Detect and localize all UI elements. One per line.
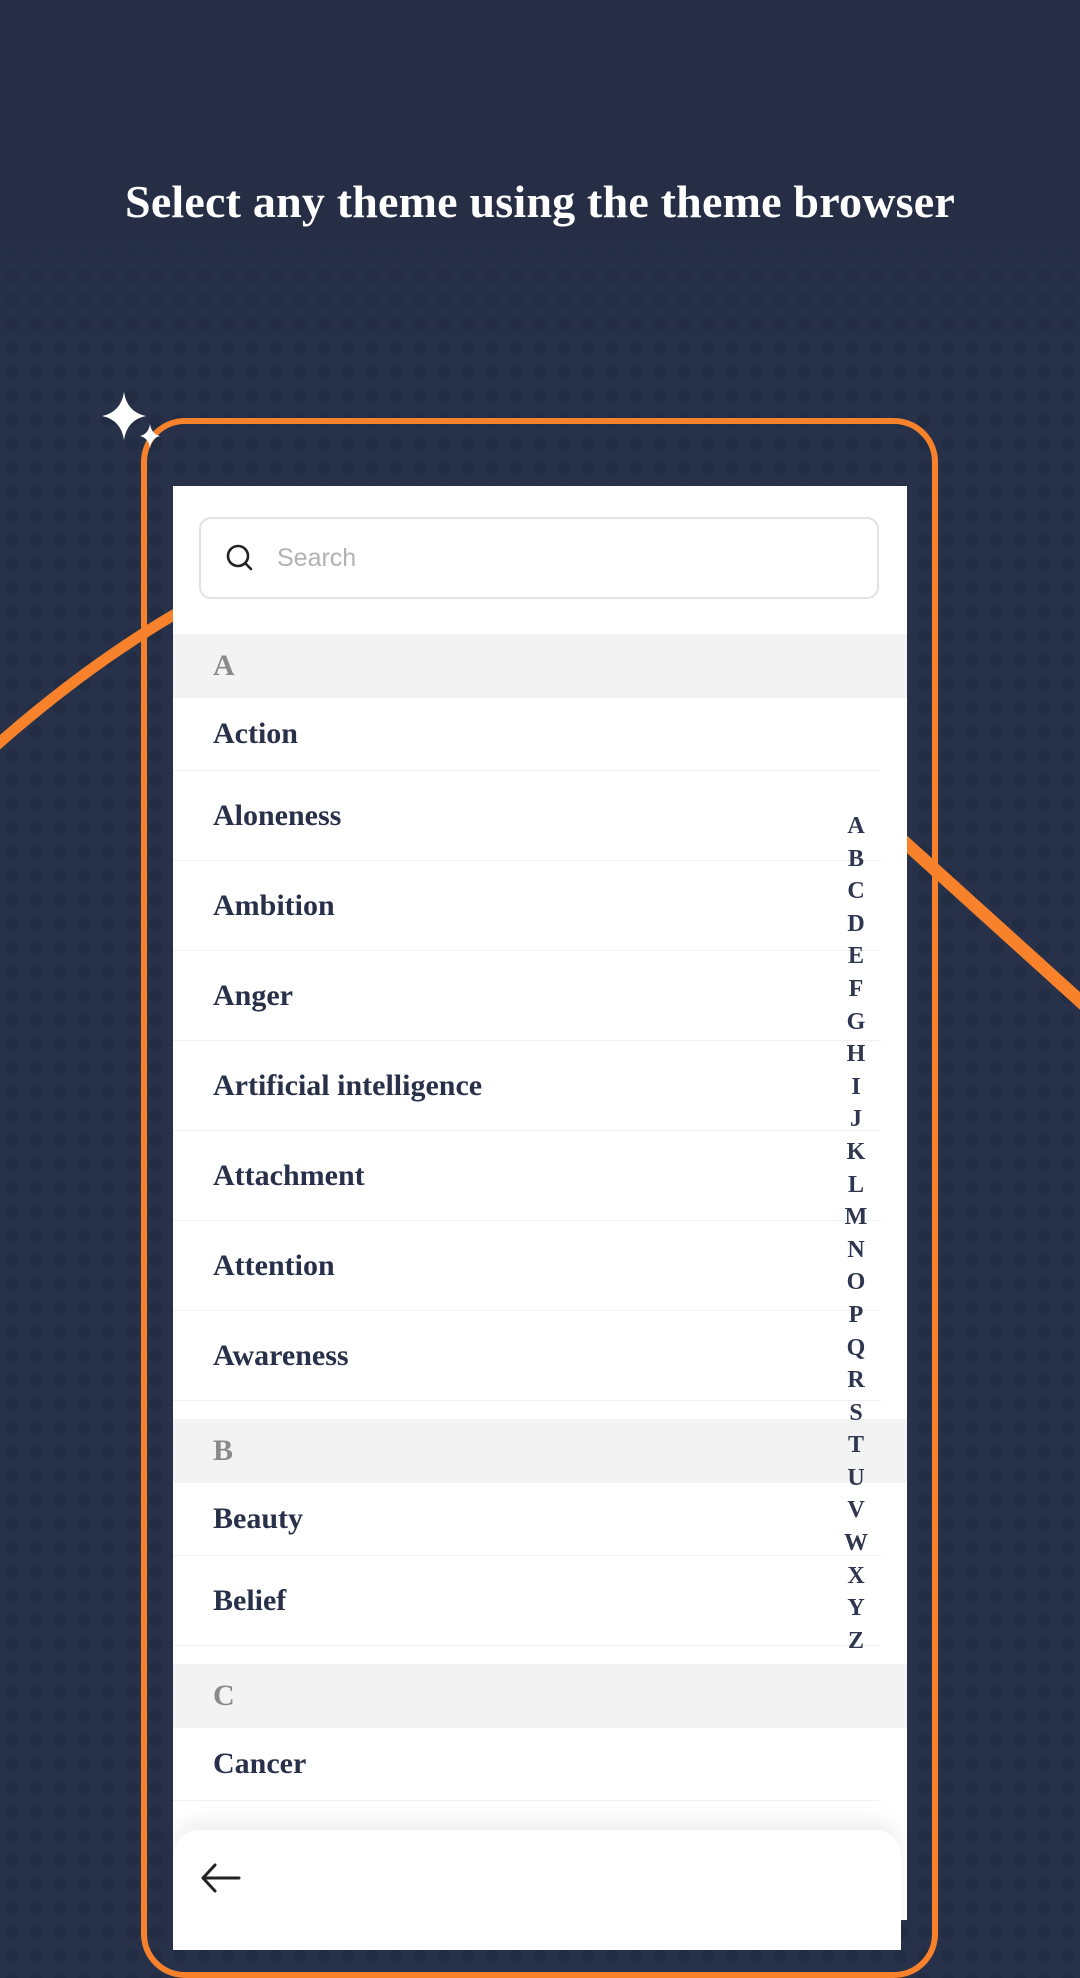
index-letter[interactable]: D: [847, 908, 864, 941]
section-header-c: C: [173, 1664, 907, 1728]
index-letter[interactable]: I: [851, 1071, 860, 1104]
search-box[interactable]: [199, 517, 879, 599]
sparkle-icon: [102, 392, 160, 448]
list-item[interactable]: Cancer: [173, 1728, 881, 1801]
bottom-bar: [173, 1830, 901, 1950]
index-letter[interactable]: M: [845, 1201, 868, 1234]
index-letter[interactable]: L: [848, 1169, 864, 1202]
index-letter[interactable]: S: [849, 1397, 862, 1430]
search-input[interactable]: [275, 542, 839, 574]
index-letter[interactable]: N: [847, 1234, 864, 1267]
index-letter[interactable]: B: [848, 843, 864, 876]
index-letter[interactable]: K: [847, 1136, 866, 1169]
arrow-left-icon[interactable]: [199, 1860, 243, 1896]
search-icon: [226, 544, 253, 571]
index-letter[interactable]: W: [844, 1527, 868, 1560]
index-letter[interactable]: H: [847, 1038, 866, 1071]
list-item[interactable]: Attachment: [173, 1131, 881, 1221]
index-letter[interactable]: Z: [848, 1625, 864, 1658]
list-item[interactable]: Anger: [173, 951, 881, 1041]
list-item[interactable]: Artificial intelligence: [173, 1041, 881, 1131]
index-letter[interactable]: J: [850, 1103, 862, 1136]
index-letter[interactable]: X: [847, 1560, 864, 1593]
list-item[interactable]: Attention: [173, 1221, 881, 1311]
index-letter[interactable]: U: [847, 1462, 864, 1495]
index-letter[interactable]: T: [848, 1429, 864, 1462]
list-item[interactable]: Action: [173, 698, 881, 771]
index-letter[interactable]: O: [847, 1266, 866, 1299]
list-item[interactable]: Awareness: [173, 1311, 881, 1401]
index-letter[interactable]: Y: [847, 1592, 864, 1625]
index-letter[interactable]: C: [847, 875, 864, 908]
section-header-b: B: [173, 1419, 907, 1483]
index-letter[interactable]: R: [847, 1364, 864, 1397]
list-item[interactable]: Belief: [173, 1556, 881, 1646]
list-item[interactable]: Ambition: [173, 861, 881, 951]
index-letter[interactable]: P: [849, 1299, 864, 1332]
section-header-a: A: [173, 634, 907, 698]
theme-list: A Action Aloneness Ambition Anger Artifi…: [173, 634, 907, 1801]
alphabet-index[interactable]: A B C D E F G H I J K L M N O P Q R S T …: [836, 810, 876, 1657]
list-item[interactable]: Beauty: [173, 1483, 881, 1556]
index-letter[interactable]: A: [847, 810, 864, 843]
index-letter[interactable]: F: [849, 973, 864, 1006]
index-letter[interactable]: V: [847, 1494, 864, 1527]
theme-browser-screen: A Action Aloneness Ambition Anger Artifi…: [173, 486, 907, 1920]
index-letter[interactable]: G: [847, 1006, 866, 1039]
index-letter[interactable]: Q: [847, 1332, 866, 1365]
list-item[interactable]: Aloneness: [173, 771, 881, 861]
index-letter[interactable]: E: [848, 940, 864, 973]
